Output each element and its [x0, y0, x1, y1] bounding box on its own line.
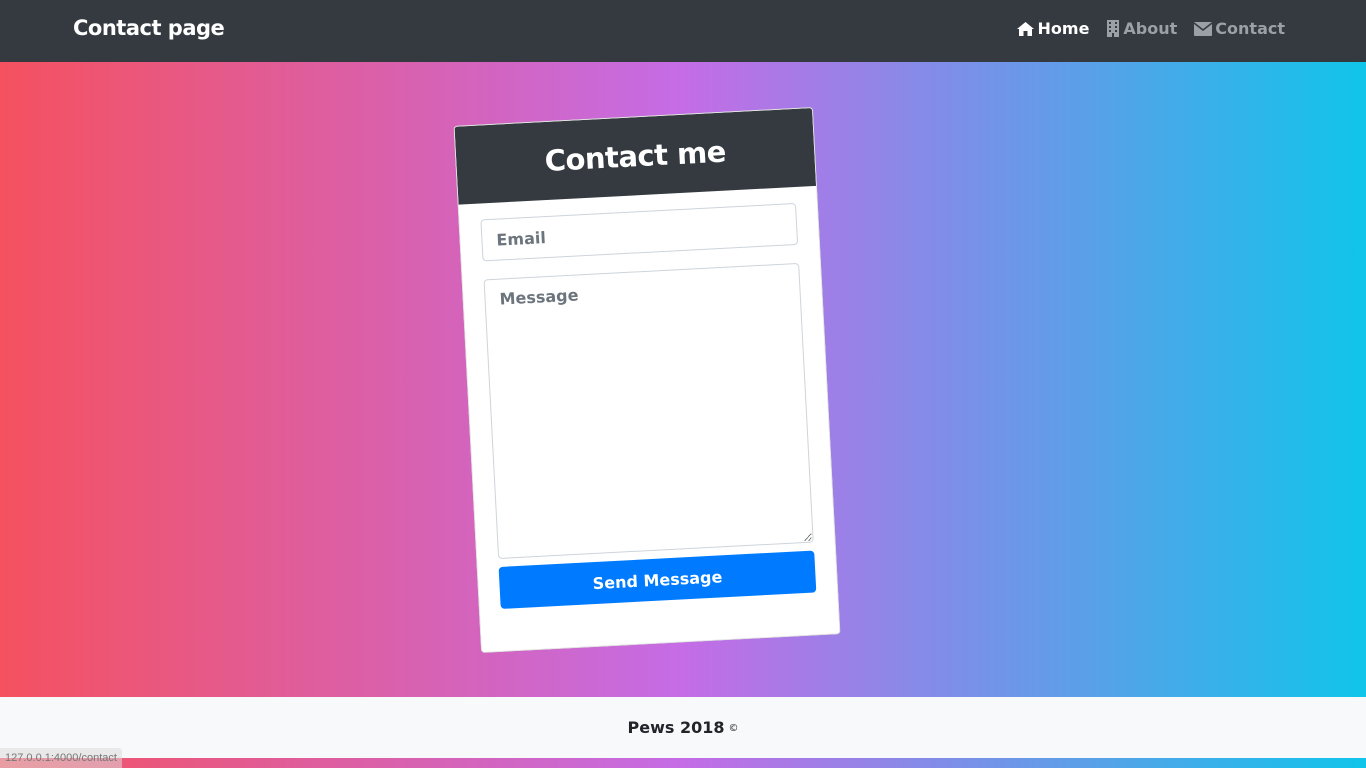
nav-link-label: About — [1123, 19, 1178, 38]
nav-link-about[interactable]: About — [1106, 19, 1177, 38]
contact-card: Contact me Send Message — [453, 106, 841, 654]
copyright-icon: © — [728, 723, 739, 734]
footer-text: Pews 2018 — [627, 718, 725, 737]
contact-form: Send Message — [459, 186, 839, 626]
send-message-button[interactable]: Send Message — [498, 550, 817, 609]
message-textarea[interactable] — [483, 262, 814, 560]
nav-link-label: Home — [1037, 19, 1090, 38]
building-icon — [1107, 20, 1120, 37]
nav-link-home[interactable]: Home — [1016, 19, 1090, 38]
nav-link-contact[interactable]: Contact — [1194, 19, 1285, 38]
home-icon — [1016, 21, 1034, 36]
footer: Pews 2018 © — [0, 697, 1366, 758]
status-url: 127.0.0.1:4000/contact — [0, 748, 122, 768]
email-input[interactable] — [480, 202, 799, 262]
brand-link[interactable]: Contact page — [73, 16, 225, 40]
envelope-icon — [1194, 21, 1213, 36]
contact-title: Contact me — [543, 134, 727, 179]
navbar: Contact page Home About Contact — [0, 0, 1366, 62]
nav-links: Home About Contact — [1016, 19, 1285, 38]
nav-link-label: Contact — [1215, 19, 1285, 38]
